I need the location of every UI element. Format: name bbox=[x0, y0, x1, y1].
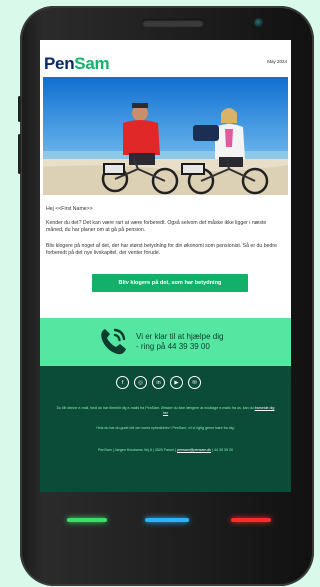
blue-light bbox=[145, 518, 189, 522]
logo-text-pen: Pen bbox=[44, 54, 75, 73]
help-band: Vi er klar til at hjælpe dig - ring på 4… bbox=[40, 318, 291, 366]
linkedin-icon[interactable]: in bbox=[152, 376, 165, 389]
feedback-text: Hvis du har du gode idé om vores nyhedsb… bbox=[96, 426, 235, 430]
logo-text-sam: Sam bbox=[74, 54, 110, 73]
phone-speaker bbox=[142, 19, 204, 27]
phone-camera bbox=[254, 18, 264, 28]
phone-side-button bbox=[18, 134, 21, 174]
second-paragraph: Bliv klogere på noget af det, der har st… bbox=[46, 243, 277, 256]
contact-line: PenSam | Jørgen Knudsens Vej 6 | 3520 Fa… bbox=[54, 448, 277, 453]
hero-image bbox=[43, 77, 288, 195]
social-links: f ◎ in ▶ ✉ bbox=[116, 376, 201, 389]
issue-date: May 2024 bbox=[267, 59, 287, 64]
contact-address: PenSam | Jørgen Knudsens Vej 6 | 3520 Fa… bbox=[97, 448, 177, 452]
green-light bbox=[67, 518, 107, 522]
email-footer: f ◎ in ▶ ✉ Du får denne e-mail, fordi du… bbox=[40, 366, 291, 492]
help-phone-line[interactable]: - ring på 44 39 39 00 bbox=[136, 342, 223, 352]
phone-bottom-lights bbox=[45, 518, 289, 524]
phone-icon bbox=[96, 324, 130, 358]
footer-notice: Du får denne e-mail, fordi du har tilmel… bbox=[56, 406, 254, 410]
unsubscribe-text: Du får denne e-mail, fordi du har tilmel… bbox=[54, 406, 277, 416]
email-screen: PenSam May 2024 Hej <<First Name>> Kende… bbox=[40, 40, 291, 492]
red-light bbox=[231, 518, 271, 522]
greeting: Hej <<First Name>> bbox=[46, 206, 93, 212]
facebook-icon[interactable]: f bbox=[116, 376, 129, 389]
contact-email-link[interactable]: pensam@pensam.dk bbox=[177, 448, 211, 452]
instagram-icon[interactable]: ◎ bbox=[134, 376, 147, 389]
help-line-1: Vi er klar til at hjælpe dig bbox=[136, 332, 224, 341]
intro-paragraph: Kender du det? Det kan være rart at være… bbox=[46, 220, 267, 233]
pensam-logo[interactable]: PenSam bbox=[44, 54, 110, 74]
learn-more-button[interactable]: Bliv klogere på det, som har betydning bbox=[92, 274, 248, 292]
phone-side-button bbox=[18, 96, 21, 122]
help-text: Vi er klar til at hjælpe dig - ring på 4… bbox=[136, 332, 223, 351]
contact-phone: | 44 39 39 00 bbox=[212, 448, 234, 452]
email-icon[interactable]: ✉ bbox=[188, 376, 201, 389]
youtube-icon[interactable]: ▶ bbox=[170, 376, 183, 389]
email-header: PenSam May 2024 bbox=[40, 40, 291, 80]
